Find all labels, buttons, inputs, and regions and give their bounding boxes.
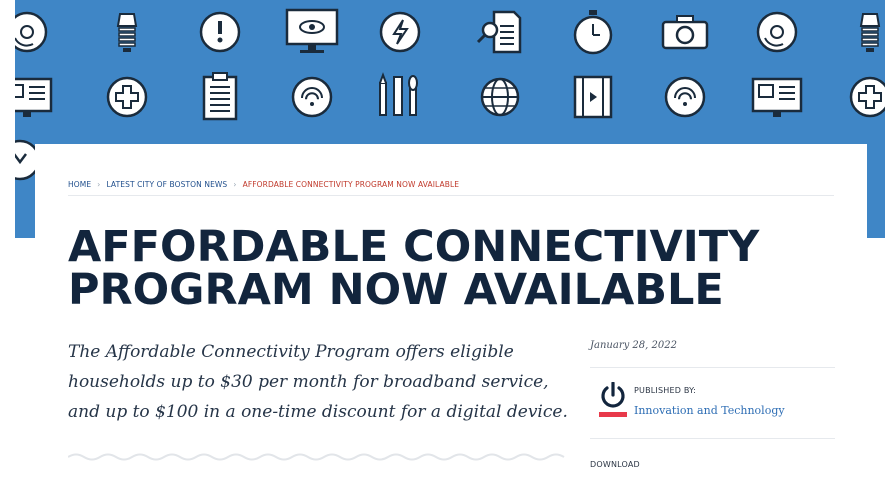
id-card-icon	[15, 77, 53, 117]
lightning-icon	[379, 11, 421, 53]
department-link[interactable]: Innovation and Technology	[634, 404, 785, 417]
article-intro: The Affordable Connectivity Program offe…	[68, 337, 573, 427]
published-by: PUBLISHED BY: Innovation and Technology	[590, 368, 835, 438]
intro-line: The Affordable Connectivity Program offe…	[68, 342, 514, 362]
film-icon	[573, 75, 613, 119]
disc-icon	[756, 11, 798, 53]
intro-line: households up to $30 per month for broad…	[68, 372, 549, 392]
breadcrumb-current: AFFORDABLE CONNECTIVITY PROGRAM NOW AVAI…	[242, 180, 460, 189]
globe-icon	[480, 77, 520, 117]
wavy-divider	[68, 453, 565, 461]
published-by-label: PUBLISHED BY:	[634, 386, 697, 395]
wifi-icon	[291, 76, 333, 118]
page-title: AFFORDABLE CONNECTIVITY PROGRAM NOW AVAI…	[68, 226, 828, 312]
document-search-icon	[476, 10, 522, 54]
download-label: DOWNLOAD	[590, 460, 640, 469]
intro-line: and up to $100 in a one-time discount fo…	[68, 402, 568, 422]
lightbulb-icon	[859, 13, 881, 52]
clipboard-icon	[202, 72, 238, 121]
disc-icon	[15, 11, 48, 53]
monitor-eye-icon	[285, 8, 339, 53]
lightbulb-icon	[116, 13, 138, 52]
plus-circle-icon	[849, 76, 885, 118]
breadcrumb-separator: ›	[233, 180, 237, 189]
breadcrumb-news[interactable]: LATEST CITY OF BOSTON NEWS	[106, 180, 227, 189]
divider	[590, 438, 835, 439]
stopwatch-icon	[573, 10, 613, 55]
page-title-line: PROGRAM NOW AVAILABLE	[68, 265, 724, 315]
content-card: HOME › LATEST CITY OF BOSTON NEWS › AFFORDAB…	[35, 144, 867, 484]
post-date: January 28, 2022	[590, 340, 677, 351]
camera-icon	[661, 15, 709, 50]
divider	[68, 195, 834, 196]
alert-icon	[199, 11, 241, 53]
article-sidebar: January 28, 2022 PUBLISHED BY: Innovatio…	[590, 340, 835, 439]
breadcrumb-home[interactable]: HOME	[68, 180, 91, 189]
power-icon	[599, 382, 627, 417]
breadcrumb-separator: ›	[97, 180, 101, 189]
wifi-icon	[664, 76, 706, 118]
plus-circle-icon	[106, 76, 148, 118]
pencil-ruler-icon	[379, 72, 418, 116]
id-card-icon	[751, 77, 803, 117]
breadcrumb: HOME › LATEST CITY OF BOSTON NEWS › AFFORDAB…	[68, 180, 459, 189]
